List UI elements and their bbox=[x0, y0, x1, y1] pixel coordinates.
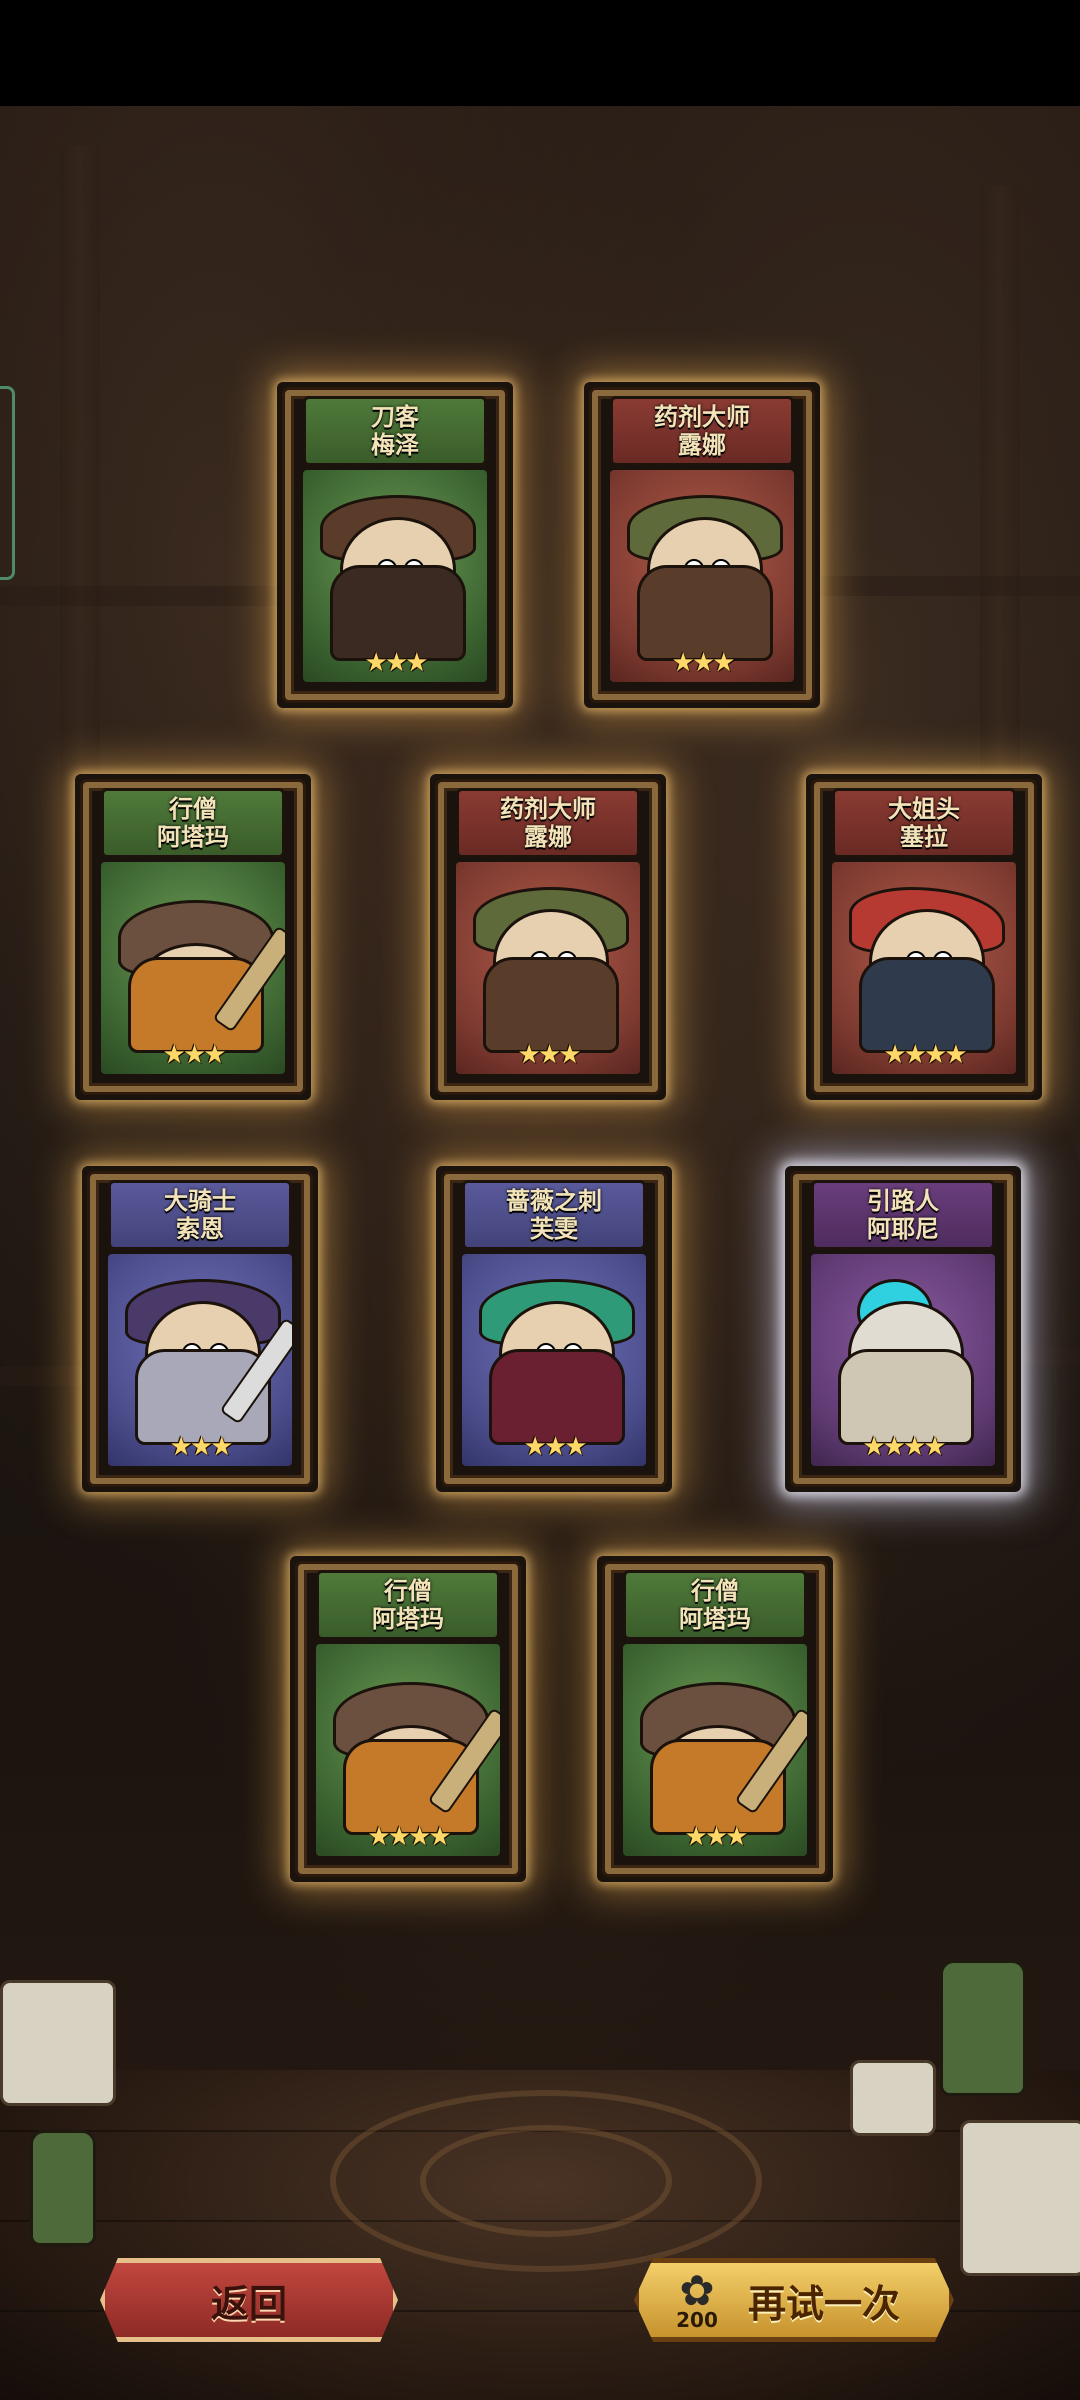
game-screen: 刀客 梅泽 ★★★ 药剂大师 露娜 ★★★ 行僧 阿塔玛 ★★★ 药剂大师 露娜… bbox=[0, 0, 1080, 2400]
star-rating: ★★★★ bbox=[883, 1040, 967, 1070]
bottle-decoration bbox=[30, 2130, 96, 2246]
hero-body bbox=[489, 1348, 625, 1445]
back-button[interactable]: 返回 bbox=[100, 2258, 398, 2342]
star-rating: ★★★★ bbox=[862, 1432, 946, 1462]
card-nameplate: 大骑士 索恩 bbox=[108, 1180, 292, 1250]
card-nameplate: 大姐头 塞拉 bbox=[832, 788, 1016, 858]
card-nameplate: 药剂大师 露娜 bbox=[456, 788, 640, 858]
wood-beam bbox=[60, 146, 100, 846]
star-rating: ★★★ bbox=[364, 648, 429, 678]
hero-name: 露娜 bbox=[524, 823, 572, 851]
back-button-label: 返回 bbox=[210, 2281, 287, 2326]
barrel-decoration bbox=[960, 2120, 1080, 2276]
card-nameplate: 行僧 阿塔玛 bbox=[316, 1570, 500, 1640]
star-rating: ★★★ bbox=[162, 1040, 227, 1070]
clover-icon: ✿ bbox=[679, 2266, 715, 2315]
hero-title: 药剂大师 bbox=[654, 403, 750, 431]
star-rating: ★★★ bbox=[169, 1432, 234, 1462]
hero-card[interactable]: 刀客 梅泽 ★★★ bbox=[277, 382, 513, 708]
hero-title: 蔷薇之刺 bbox=[506, 1187, 602, 1215]
retry-cost: ✿ 200 bbox=[662, 2262, 732, 2340]
hero-card[interactable]: 蔷薇之刺 芙雯 ★★★ bbox=[436, 1166, 672, 1492]
card-nameplate: 蔷薇之刺 芙雯 bbox=[462, 1180, 646, 1250]
hero-card[interactable]: 引路人 阿耶尼 ★★★★ bbox=[785, 1166, 1021, 1492]
hero-body bbox=[637, 564, 773, 661]
card-nameplate: 行僧 阿塔玛 bbox=[101, 788, 285, 858]
hero-title: 大骑士 bbox=[164, 1187, 236, 1215]
hero-card[interactable]: 大姐头 塞拉 ★★★★ bbox=[806, 774, 1042, 1100]
cup-decoration bbox=[0, 1980, 116, 2106]
hero-title: 刀客 bbox=[371, 403, 419, 431]
hero-title: 药剂大师 bbox=[500, 795, 596, 823]
shelf bbox=[0, 586, 300, 606]
hero-card[interactable]: 行僧 阿塔玛 ★★★★ bbox=[290, 1556, 526, 1882]
hero-name: 塞拉 bbox=[900, 823, 948, 851]
star-rating: ★★★ bbox=[671, 648, 736, 678]
hero-name: 芙雯 bbox=[530, 1215, 578, 1243]
shelf bbox=[780, 576, 1080, 596]
hero-body bbox=[483, 956, 619, 1053]
hero-name: 梅泽 bbox=[371, 431, 419, 459]
hero-card[interactable]: 药剂大师 露娜 ★★★ bbox=[430, 774, 666, 1100]
hero-title: 引路人 bbox=[867, 1187, 939, 1215]
star-rating: ★★★★ bbox=[367, 1822, 451, 1852]
hero-body bbox=[330, 564, 466, 661]
candle-decoration bbox=[850, 2060, 936, 2136]
hero-title: 行僧 bbox=[169, 795, 217, 823]
hero-card[interactable]: 大骑士 索恩 ★★★ bbox=[82, 1166, 318, 1492]
bottle-decoration bbox=[940, 1960, 1026, 2096]
hero-title: 行僧 bbox=[384, 1577, 432, 1605]
card-nameplate: 行僧 阿塔玛 bbox=[623, 1570, 807, 1640]
hero-name: 阿耶尼 bbox=[867, 1215, 939, 1243]
hero-name: 露娜 bbox=[678, 431, 726, 459]
card-nameplate: 刀客 梅泽 bbox=[303, 396, 487, 466]
star-rating: ★★★ bbox=[517, 1040, 582, 1070]
star-rating: ★★★ bbox=[523, 1432, 588, 1462]
hero-name: 阿塔玛 bbox=[372, 1605, 444, 1633]
side-tab[interactable] bbox=[0, 386, 15, 580]
retry-cost-value: 200 bbox=[676, 2308, 718, 2332]
hero-title: 大姐头 bbox=[888, 795, 960, 823]
hero-name: 阿塔玛 bbox=[157, 823, 229, 851]
hero-card[interactable]: 行僧 阿塔玛 ★★★ bbox=[75, 774, 311, 1100]
status-bar bbox=[0, 0, 1080, 106]
hero-card[interactable]: 药剂大师 露娜 ★★★ bbox=[584, 382, 820, 708]
retry-button-label: 再试一次 bbox=[747, 2281, 900, 2326]
hero-title: 行僧 bbox=[691, 1577, 739, 1605]
star-rating: ★★★ bbox=[684, 1822, 749, 1852]
hero-name: 索恩 bbox=[176, 1215, 224, 1243]
card-nameplate: 引路人 阿耶尼 bbox=[811, 1180, 995, 1250]
wood-beam bbox=[980, 186, 1020, 836]
card-nameplate: 药剂大师 露娜 bbox=[610, 396, 794, 466]
hero-card[interactable]: 行僧 阿塔玛 ★★★ bbox=[597, 1556, 833, 1882]
hero-body bbox=[859, 956, 995, 1053]
rune-circle bbox=[420, 2125, 672, 2237]
hero-body bbox=[838, 1348, 974, 1445]
hero-name: 阿塔玛 bbox=[679, 1605, 751, 1633]
